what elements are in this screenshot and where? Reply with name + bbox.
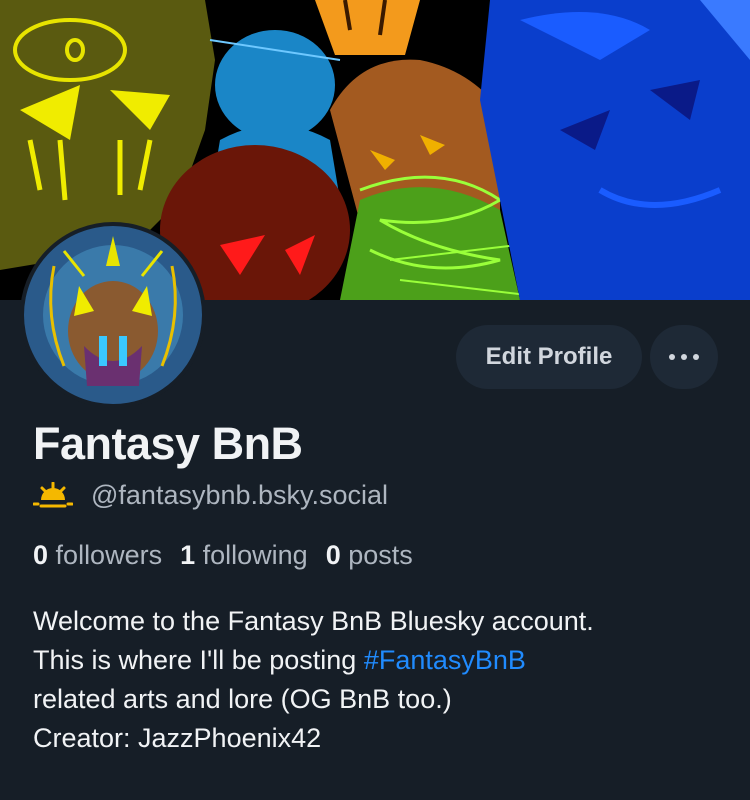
bio-line: related arts and lore (OG BnB too.) — [33, 684, 452, 714]
following-count: 1 — [180, 540, 196, 570]
bio-text: This is where I'll be posting — [33, 645, 364, 675]
profile-handle: @fantasybnb.bsky.social — [91, 480, 389, 510]
more-options-button[interactable] — [650, 325, 718, 389]
profile-page: Edit Profile Fantasy BnB @fantasybnb.bsk… — [0, 0, 750, 800]
avatar-artwork — [24, 226, 202, 404]
bio-line: This is where I'll be posting #FantasyBn… — [33, 641, 723, 680]
followers-count: 0 — [33, 540, 49, 570]
posts-count: 0 — [325, 540, 341, 570]
display-name: Fantasy BnB — [33, 418, 303, 469]
sunrise-icon — [33, 481, 73, 507]
following-stat[interactable]: 1 following — [180, 540, 308, 571]
ellipsis-icon — [656, 354, 712, 360]
handle-row: @fantasybnb.bsky.social — [33, 480, 388, 511]
hashtag-link[interactable]: #FantasyBnB — [364, 645, 526, 675]
profile-avatar[interactable] — [20, 222, 206, 408]
profile-bio: Welcome to the Fantasy BnB Bluesky accou… — [33, 602, 723, 758]
posts-label: posts — [348, 540, 413, 570]
followers-label: followers — [55, 540, 163, 570]
bio-line: Creator: JazzPhoenix42 — [33, 723, 322, 753]
bio-line: Welcome to the Fantasy BnB Bluesky accou… — [33, 606, 594, 636]
following-label: following — [202, 540, 308, 570]
followers-stat[interactable]: 0 followers — [33, 540, 162, 571]
edit-profile-button[interactable]: Edit Profile — [456, 325, 642, 389]
posts-stat: 0 posts — [326, 540, 413, 571]
profile-stats: 0 followers 1 following 0 posts — [33, 540, 431, 571]
